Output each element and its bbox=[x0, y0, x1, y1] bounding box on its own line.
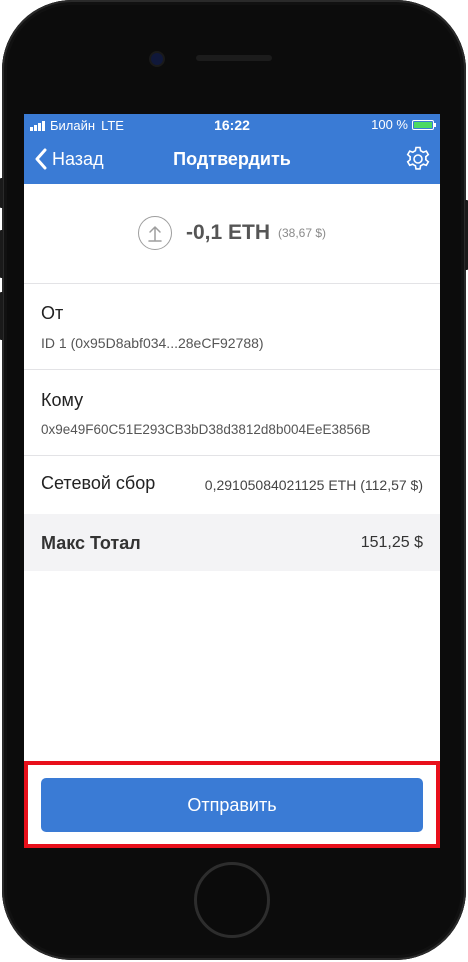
total-value: 151,25 $ bbox=[360, 534, 423, 551]
phone-frame: Билайн LTE 16:22 100 % Назад Подтвердить bbox=[0, 0, 468, 962]
total-label: Макс Тотал bbox=[41, 533, 141, 553]
to-row: Кому 0x9e49F60C51E293CB3bD38d3812d8b004E… bbox=[24, 370, 440, 456]
amount-summary: -0,1 ETH (38,67 $) bbox=[24, 184, 440, 284]
mute-switch bbox=[0, 178, 3, 208]
battery-icon bbox=[412, 119, 436, 130]
fee-value: 0,29105084021125 ETH (112,57 $) bbox=[204, 477, 423, 493]
fee-label: Сетевой сбор bbox=[41, 473, 156, 493]
navigation-bar: Назад Подтвердить bbox=[24, 136, 440, 184]
battery-percent: 100 % bbox=[371, 117, 408, 132]
status-bar: Билайн LTE 16:22 100 % bbox=[24, 114, 440, 136]
arrow-up-circle-icon bbox=[137, 216, 172, 250]
volume-down-button bbox=[0, 292, 3, 340]
settings-button[interactable] bbox=[404, 145, 432, 178]
send-button[interactable]: Отправить bbox=[41, 778, 423, 832]
to-address: 0x9e49F60C51E293CB3bD38d3812d8b004EeE385… bbox=[41, 422, 371, 437]
front-camera bbox=[151, 53, 163, 65]
amount-crypto: -0,1 ETH bbox=[185, 221, 270, 244]
home-button[interactable] bbox=[194, 862, 270, 938]
to-label: Кому bbox=[41, 390, 84, 410]
from-row: От ID 1 (0x95D8abf034...28eCF92788) bbox=[24, 284, 440, 370]
total-row: Макс Тотал 151,25 $ bbox=[24, 514, 440, 571]
bottom-action-area: Отправить bbox=[24, 761, 440, 848]
from-label: От bbox=[41, 303, 64, 323]
earpiece-speaker bbox=[196, 55, 272, 61]
amount-row: -0,1 ETH (38,67 $) bbox=[24, 216, 440, 250]
amount-fiat: (38,67 $) bbox=[278, 226, 327, 240]
app-screen: Билайн LTE 16:22 100 % Назад Подтвердить bbox=[24, 114, 440, 848]
status-right: 100 % bbox=[371, 117, 436, 132]
gear-icon bbox=[406, 146, 430, 170]
fee-row: Сетевой сбор 0,29105084021125 ETH (112,5… bbox=[24, 456, 440, 514]
empty-content-area bbox=[24, 571, 440, 761]
from-value: ID 1 (0x95D8abf034...28eCF92788) bbox=[41, 335, 264, 351]
volume-up-button bbox=[0, 230, 3, 278]
page-title: Подтвердить bbox=[173, 149, 291, 169]
